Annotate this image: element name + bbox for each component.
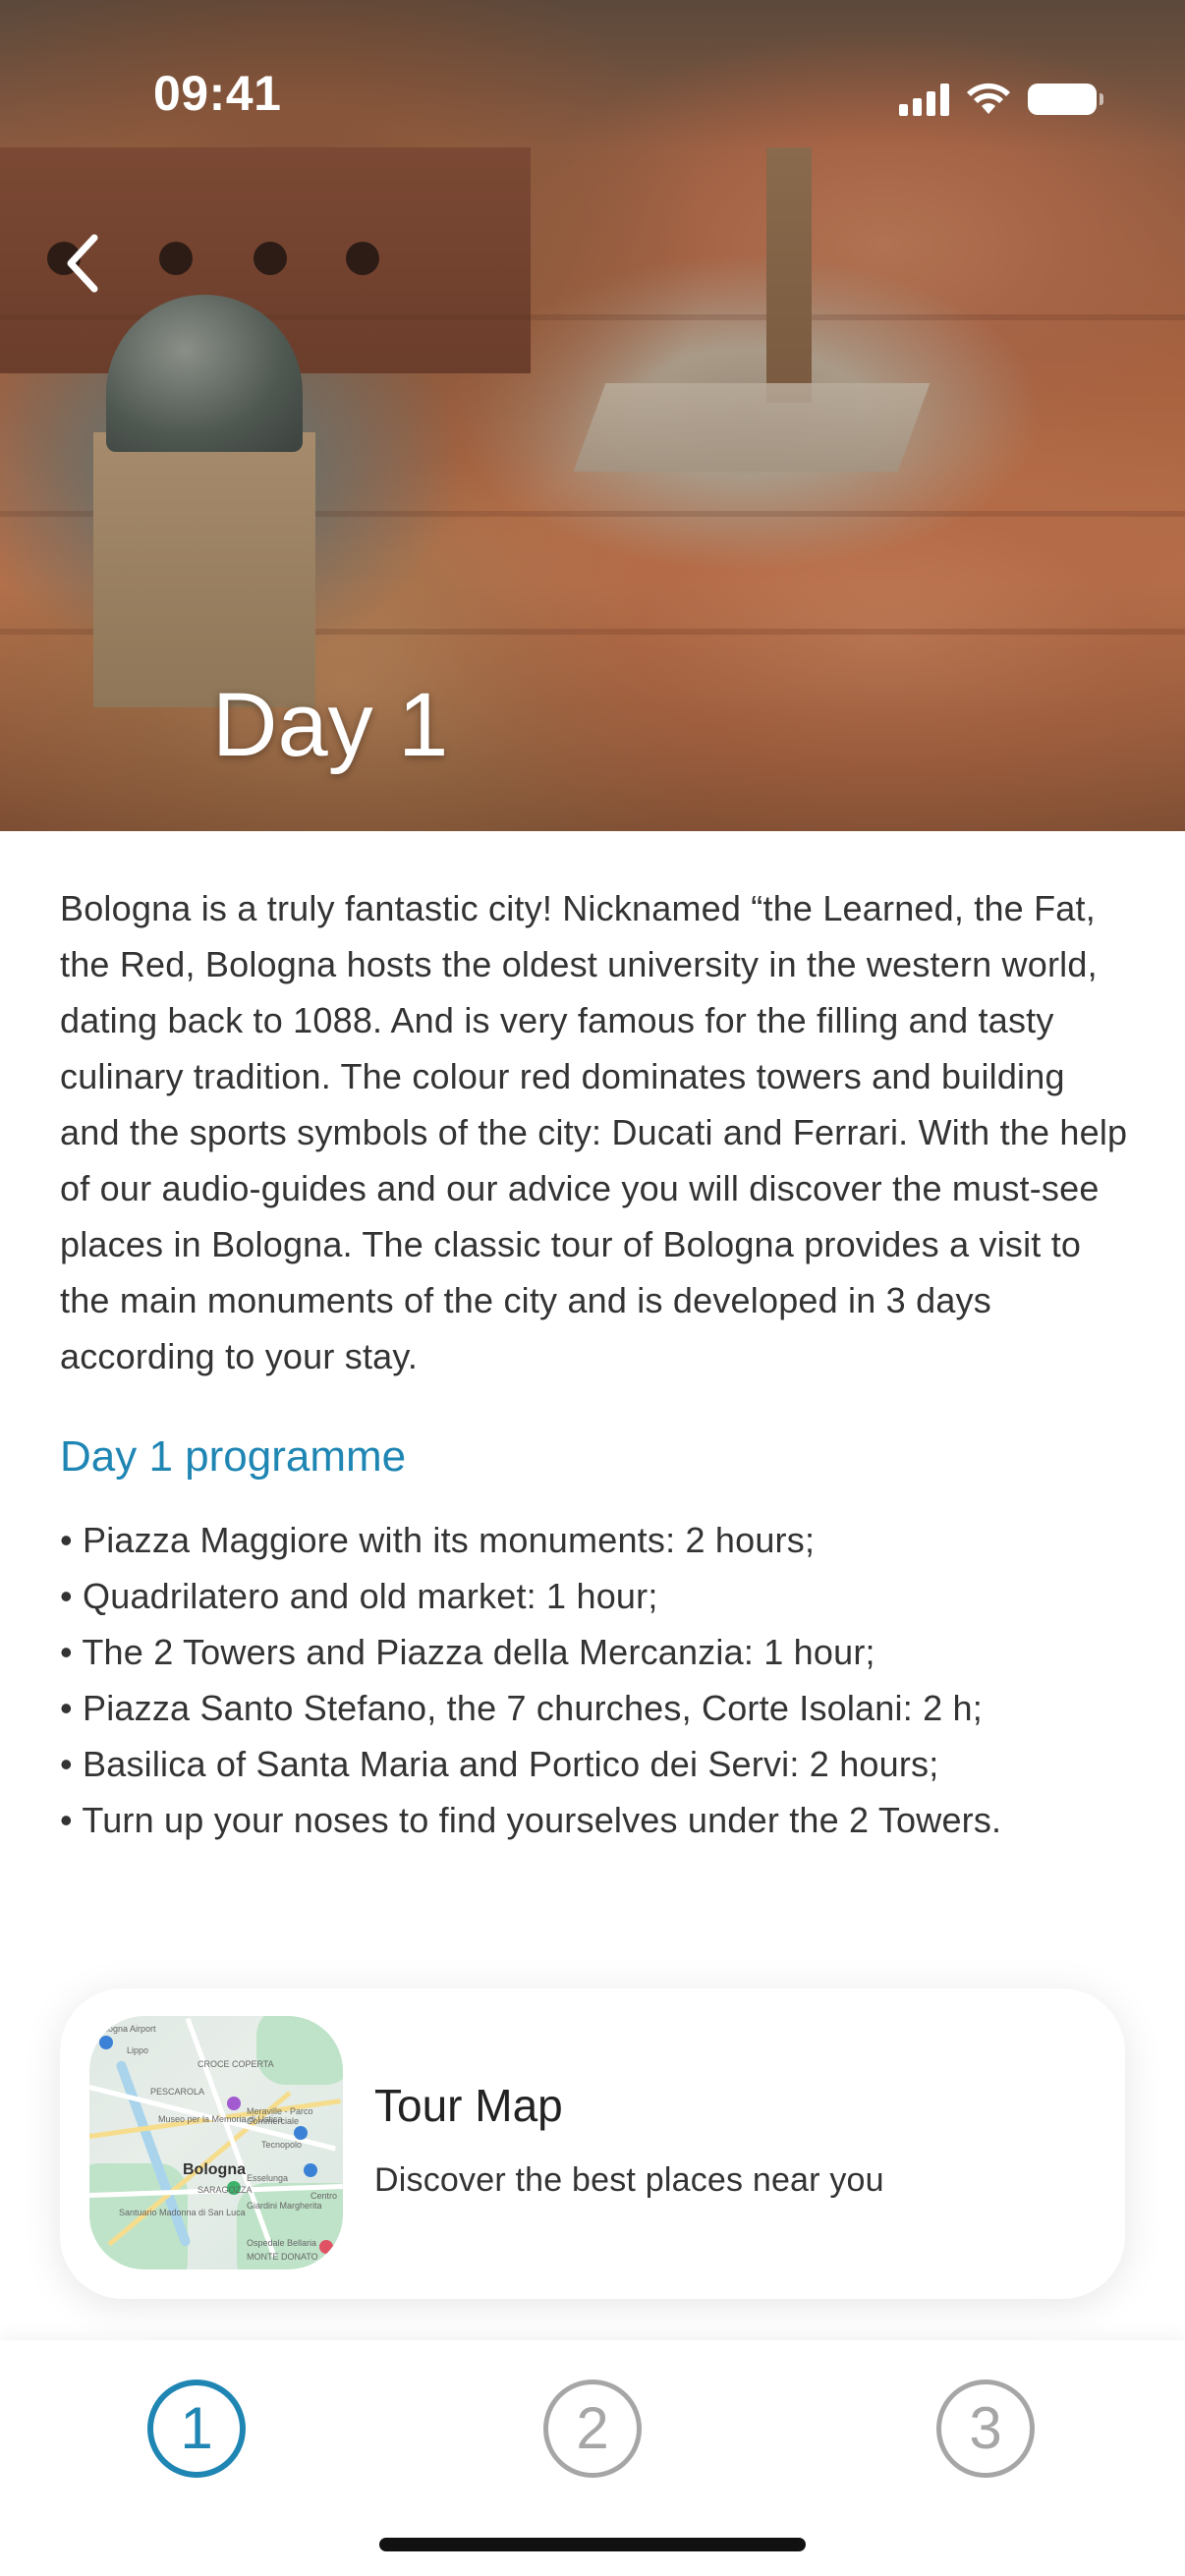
map-label: Santuario Madonna di San Luca	[119, 2208, 246, 2217]
map-label: Tecnopolo	[261, 2140, 303, 2150]
tab-day-3[interactable]: 3	[936, 2380, 1035, 2478]
main-content: Bologna is a truly fantastic city! Nickn…	[60, 880, 1131, 1848]
map-label: Museo per la Memoria di Ustica	[158, 2114, 283, 2124]
tour-map-card[interactable]: Bologna Lippo Bologna Airport PESCAROLA …	[60, 1988, 1125, 2299]
status-bar: 09:41	[0, 0, 1185, 121]
map-label: MONTE DONATO	[247, 2252, 318, 2262]
status-icons	[899, 77, 1103, 116]
hero-image: 09:41 Day 1	[0, 0, 1185, 831]
list-item: Piazza Maggiore with its monuments: 2 ho…	[60, 1512, 1131, 1568]
list-item: Turn up your noses to find yourselves un…	[60, 1792, 1131, 1848]
battery-icon	[1028, 84, 1103, 115]
card-subtitle: Discover the best places near you	[374, 2161, 884, 2199]
programme-title: Day 1 programme	[60, 1432, 407, 1481]
tab-day-1-label: 1	[180, 2395, 213, 2461]
piazza-maggiore	[573, 383, 931, 472]
map-pin	[304, 2163, 317, 2177]
map-label: Giardini Margherita	[247, 2201, 322, 2211]
map-label: SARAGOZZA	[198, 2185, 253, 2195]
chevron-left-icon	[67, 234, 98, 293]
map-label: Centro	[310, 2191, 338, 2201]
card-title: Tour Map	[374, 2080, 563, 2131]
map-pin	[227, 2097, 241, 2110]
tab-day-2[interactable]: 2	[543, 2380, 642, 2478]
map-city-label: Bologna	[183, 2161, 246, 2178]
programme-list: Piazza Maggiore with its monuments: 2 ho…	[60, 1512, 1131, 1848]
list-item: Quadrilatero and old market: 1 hour;	[60, 1568, 1131, 1624]
list-item: The 2 Towers and Piazza della Mercanzia:…	[60, 1624, 1131, 1680]
tab-day-3-label: 3	[969, 2395, 1002, 2461]
map-label: Lippo	[127, 2045, 149, 2055]
rose-window	[346, 242, 379, 275]
list-item: Piazza Santo Stefano, the 7 churches, Co…	[60, 1680, 1131, 1736]
map-label: Esselunga	[247, 2173, 289, 2183]
map-park	[256, 2016, 343, 2085]
home-indicator	[379, 2538, 806, 2551]
city-description: Bologna is a truly fantastic city! Nickn…	[60, 888, 1128, 1376]
map-label: PESCAROLA	[150, 2087, 205, 2097]
map-pin	[319, 2240, 333, 2254]
map-label: Ospedale Bellaria	[247, 2238, 317, 2248]
map-label: Bologna Airport	[95, 2024, 156, 2034]
status-time: 09:41	[153, 66, 282, 121]
map-pin	[294, 2126, 308, 2140]
tab-day-1[interactable]: 1	[147, 2380, 246, 2478]
tab-day-2-label: 2	[576, 2395, 609, 2461]
rose-window	[254, 242, 287, 275]
map-label: CROCE COPERTA	[198, 2059, 274, 2069]
page-title: Day 1	[212, 675, 449, 775]
palazzo-tower	[766, 147, 812, 403]
map-thumbnail: Bologna Lippo Bologna Airport PESCAROLA …	[89, 2016, 343, 2269]
cellular-signal-icon	[899, 83, 949, 116]
map-pin	[99, 2036, 113, 2049]
back-button[interactable]	[53, 224, 112, 303]
church-body	[93, 432, 315, 707]
list-item: Basilica of Santa Maria and Portico dei …	[60, 1736, 1131, 1792]
wifi-icon	[967, 83, 1010, 114]
rose-window	[159, 242, 193, 275]
